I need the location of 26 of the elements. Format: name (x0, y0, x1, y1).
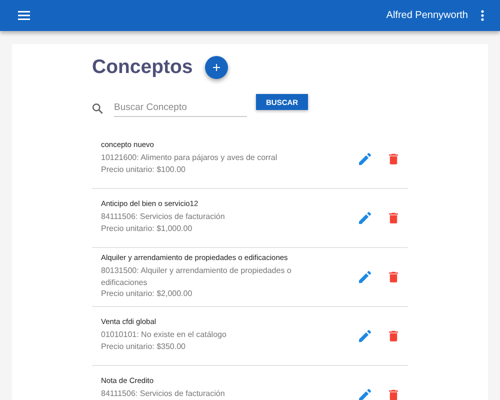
menu-icon[interactable] (18, 11, 30, 20)
plus-icon (212, 64, 220, 70)
delete-icon[interactable] (389, 330, 398, 342)
edit-icon[interactable] (359, 389, 371, 400)
edit-icon[interactable] (359, 330, 371, 342)
search-icon (92, 102, 103, 114)
delete-icon[interactable] (389, 389, 398, 400)
more-options-icon[interactable] (481, 10, 484, 21)
concept-code: 84111506: Servicios de facturación (101, 211, 226, 222)
unit-price: Precio unitario: $1,000.00 (101, 222, 194, 234)
delete-icon[interactable] (389, 271, 398, 283)
concept-code: 01010101: No existe en el catálogo (101, 329, 228, 340)
concept-code: 80131500: Alquiler y arrendamiento de propiedades o edificaciones (101, 265, 292, 288)
unit-price: Precio unitario: $100.00 (101, 164, 186, 175)
delete-icon[interactable] (389, 212, 398, 224)
page-title: Conceptos (92, 56, 193, 78)
concept-code: 84111506: Servicios de facturación (101, 388, 226, 400)
concept-code: 10121600: Alimento para pájaros y aves de corral (101, 152, 278, 164)
edit-icon[interactable] (359, 271, 371, 283)
add-button[interactable] (204, 56, 228, 78)
user-name[interactable]: Alfred Pennyworth (386, 10, 468, 21)
edit-icon[interactable] (359, 153, 371, 165)
delete-icon[interactable] (389, 153, 398, 165)
unit-price: Precio unitario: $350.00 (101, 340, 186, 352)
unit-price: Precio unitario: $2,000.00 (101, 288, 194, 300)
edit-icon[interactable] (359, 212, 371, 224)
